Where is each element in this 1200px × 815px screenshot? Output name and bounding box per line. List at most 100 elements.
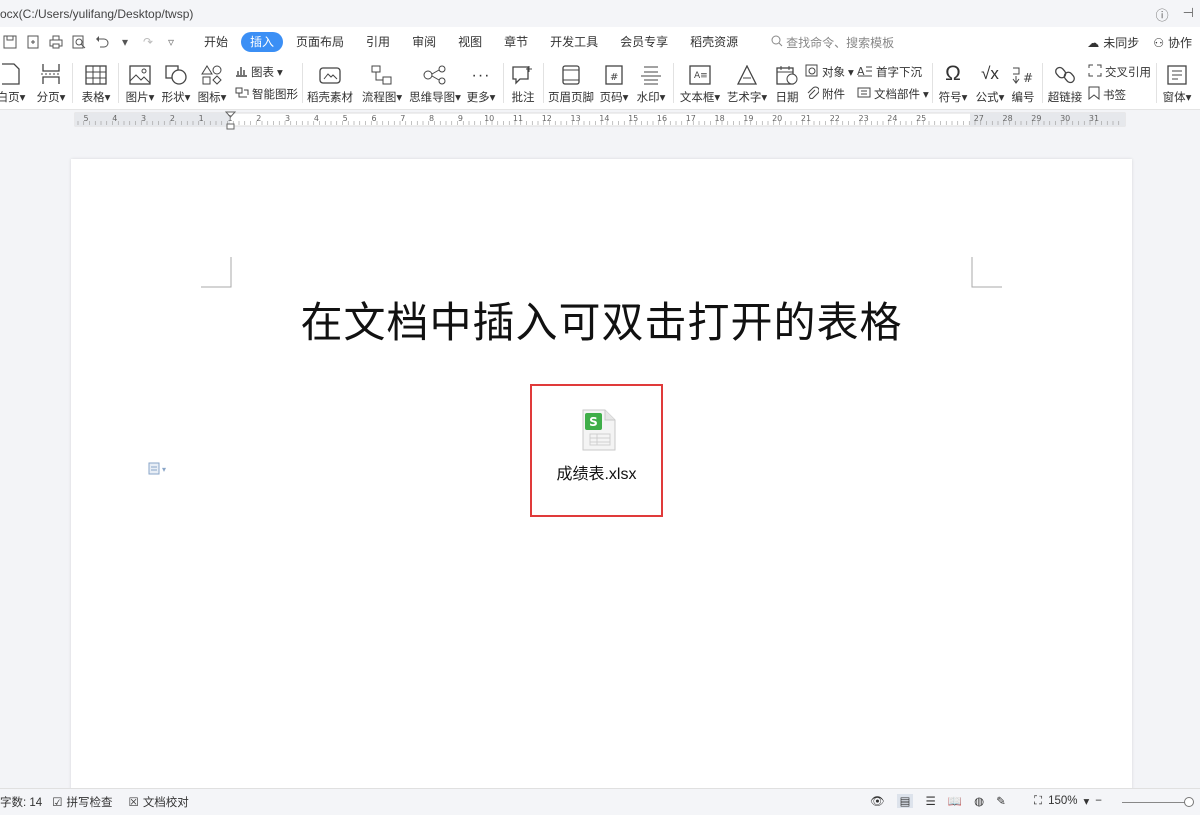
flowchart-button[interactable]: 流程图▾ bbox=[360, 61, 404, 105]
xlsx-icon-letter: S bbox=[589, 415, 598, 429]
textbox-button[interactable]: A≡ 文本框▾ bbox=[678, 61, 722, 105]
header-footer-icon bbox=[562, 61, 580, 85]
symbol-button[interactable]: Ω 符号▾ bbox=[936, 61, 970, 105]
chart-label: 图表 bbox=[251, 67, 274, 79]
comment-button[interactable]: 批注 bbox=[508, 61, 538, 105]
pen-icon[interactable]: ✎ bbox=[996, 794, 1006, 808]
tab-page-layout[interactable]: 页面布局 bbox=[285, 32, 355, 52]
print-preview-icon[interactable] bbox=[71, 34, 87, 50]
spell-check-button[interactable]: ☑ 拼写检查 bbox=[52, 794, 112, 810]
wordart-icon bbox=[736, 61, 758, 85]
embedded-xlsx-object[interactable]: S 成绩表.xlsx bbox=[530, 384, 663, 517]
zoom-out-icon[interactable]: − bbox=[1095, 795, 1102, 807]
chart-button[interactable]: 图表 ▾ bbox=[235, 64, 283, 80]
document-page[interactable]: 在文档中插入可双击打开的表格 S 成绩表.xlsx bbox=[71, 159, 1132, 799]
form-window-button[interactable]: 窗体▾ bbox=[1162, 61, 1192, 105]
icons-library-icon bbox=[201, 61, 223, 85]
object-button[interactable]: 对象 ▾ bbox=[805, 64, 854, 80]
tab-home[interactable]: 开始 bbox=[193, 32, 239, 52]
more-button[interactable]: ··· 更多▾ bbox=[464, 61, 498, 105]
tab-developer[interactable]: 开发工具 bbox=[539, 32, 609, 52]
tab-docer-resources[interactable]: 稻壳资源 bbox=[679, 32, 749, 52]
dropdown-icon[interactable]: ▾ bbox=[117, 34, 133, 50]
bookmark-button[interactable]: 书签 bbox=[1088, 86, 1126, 103]
doc-parts-button[interactable]: 文档部件 ▾ bbox=[857, 86, 929, 102]
word-count[interactable]: 字数: 14 bbox=[0, 794, 42, 810]
header-footer-button[interactable]: 页眉页脚 bbox=[548, 61, 594, 105]
chart-icon bbox=[235, 65, 248, 80]
doc-proof-button[interactable]: ☒ 文档校对 bbox=[129, 794, 189, 810]
watermark-button[interactable]: 水印▾ bbox=[634, 61, 668, 105]
tab-insert[interactable]: 插入 bbox=[241, 32, 284, 52]
cross-ref-button[interactable]: 交叉引用 bbox=[1088, 64, 1151, 80]
page-view-icon[interactable]: ▤ bbox=[896, 794, 914, 808]
document-title[interactable]: 在文档中插入可双击打开的表格 bbox=[71, 289, 1132, 350]
redo-icon[interactable]: ↷ bbox=[140, 34, 156, 50]
tab-view[interactable]: 视图 bbox=[447, 32, 493, 52]
icon-label: 图标 bbox=[197, 92, 221, 104]
print-icon[interactable] bbox=[48, 34, 64, 50]
docer-material-button[interactable]: 稻壳素材 bbox=[307, 61, 353, 105]
undo-icon[interactable] bbox=[94, 34, 110, 50]
fit-page-icon[interactable]: ⛶ bbox=[1034, 795, 1042, 808]
date-button[interactable]: 日期 bbox=[772, 61, 802, 105]
doc-proof-label: 文档校对 bbox=[142, 797, 189, 809]
web-view-icon[interactable]: ◍ bbox=[974, 794, 984, 808]
ruler-tick-label: 16 bbox=[657, 114, 667, 123]
omega-icon: Ω bbox=[945, 62, 961, 85]
paste-options-button[interactable]: ▾ bbox=[148, 461, 166, 478]
zoom-level[interactable]: 150% bbox=[1048, 795, 1077, 807]
table-button[interactable]: 表格▾ bbox=[78, 61, 114, 105]
formula-button[interactable]: √x 公式▾ bbox=[973, 61, 1007, 105]
ruler-tick-label: 2 bbox=[170, 114, 175, 123]
tab-member[interactable]: 会员专享 bbox=[609, 32, 679, 52]
tab-references[interactable]: 引用 bbox=[355, 32, 401, 52]
proof-icon: ☒ bbox=[128, 797, 139, 809]
horizontal-ruler[interactable]: 5 4 3 2 1 1 2 3 4 5 6 7 8 9 10 11 12 13 14 15 16 17 18 19 20 21 22… bbox=[0, 110, 1200, 130]
eye-protection-icon[interactable]: 👁 bbox=[870, 794, 885, 808]
zoom-slider-handle[interactable] bbox=[1184, 797, 1194, 807]
picture-button[interactable]: 图片▾ bbox=[122, 61, 158, 105]
save-icon[interactable] bbox=[2, 34, 18, 50]
page-number-button[interactable]: # 页码▾ bbox=[598, 61, 630, 105]
wordart-button[interactable]: 艺术字▾ bbox=[726, 61, 768, 105]
customize-icon[interactable]: ▿ bbox=[163, 34, 179, 50]
shape-button[interactable]: 形状▾ bbox=[158, 61, 194, 105]
reading-view-icon[interactable]: 📖 bbox=[948, 794, 962, 808]
ruler-tick-label: 3 bbox=[285, 114, 290, 123]
zoom-slider[interactable] bbox=[1122, 802, 1190, 803]
insert-ribbon: 白页▾ 分页▾ 表格▾ 图片▾ 形状▾ 图标▾ 图表 ▾ 智能图形 稻壳素材 流程… bbox=[0, 57, 1200, 110]
info-icon[interactable]: ⓘ bbox=[1156, 5, 1169, 24]
numbering-button[interactable]: # 编号 bbox=[1008, 61, 1038, 105]
mindmap-button[interactable]: 思维导图▾ bbox=[408, 61, 462, 105]
ruler-tick-label: 1 bbox=[227, 114, 232, 123]
tab-review[interactable]: 审阅 bbox=[401, 32, 447, 52]
date-label: 日期 bbox=[775, 92, 799, 104]
icon-button[interactable]: 图标▾ bbox=[196, 61, 228, 105]
command-search[interactable]: 查找命令、搜索模板 bbox=[771, 34, 894, 51]
sync-status-button[interactable]: ☁ 未同步 bbox=[1087, 34, 1139, 51]
bookmark-icon bbox=[1088, 86, 1100, 103]
zoom-dropdown-icon[interactable]: ▾ bbox=[1083, 794, 1089, 808]
collaborate-button[interactable]: ⚇ 协作 bbox=[1153, 34, 1192, 51]
smart-art-button[interactable]: 智能图形 bbox=[235, 86, 298, 102]
hyperlink-button[interactable]: 超链接 bbox=[1047, 61, 1083, 105]
page-break-button[interactable]: 分页▾ bbox=[34, 61, 68, 105]
ruler-tick-label: 22 bbox=[830, 114, 840, 123]
picture-icon bbox=[129, 61, 151, 85]
status-bar: 字数: 14 ☑ 拼写检查 ☒ 文档校对 👁 ▤ ☰ 📖 ◍ ✎ ⛶ 150% ▾ … bbox=[0, 788, 1200, 815]
outline-view-icon[interactable]: ☰ bbox=[925, 794, 935, 808]
export-pdf-icon[interactable] bbox=[25, 34, 41, 50]
pin-icon[interactable]: ⊣ bbox=[1183, 5, 1194, 24]
drop-cap-button[interactable]: A 首字下沉 bbox=[857, 64, 922, 80]
blank-page-button[interactable]: 白页▾ bbox=[0, 61, 25, 105]
attachment-button[interactable]: 附件 bbox=[805, 86, 845, 102]
ruler-tick-label: 10 bbox=[484, 114, 494, 123]
spell-check-label: 拼写检查 bbox=[66, 797, 113, 809]
tab-section[interactable]: 章节 bbox=[493, 32, 539, 52]
comment-icon bbox=[512, 61, 534, 85]
paste-options-icon bbox=[148, 461, 160, 478]
ruler-tick-label: 28 bbox=[1003, 114, 1013, 123]
ruler-tick-label: 4 bbox=[314, 114, 319, 123]
numbering-label: 编号 bbox=[1011, 92, 1035, 104]
